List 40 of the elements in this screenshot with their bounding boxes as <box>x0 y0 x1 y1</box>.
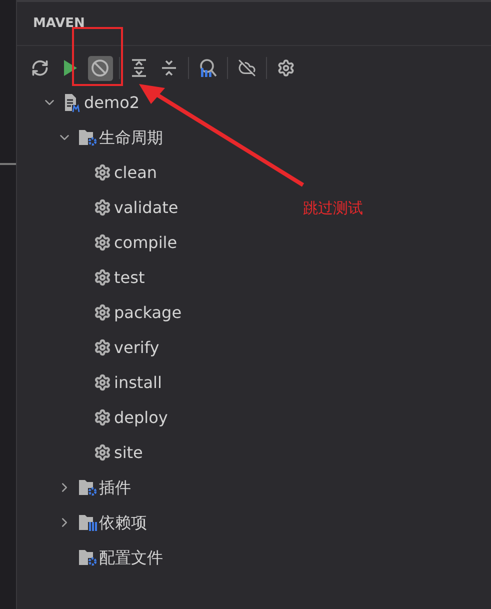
gear-icon <box>94 444 111 461</box>
tree-item-label[interactable]: clean <box>114 160 158 184</box>
expand-all-icon <box>131 59 147 77</box>
gear-icon <box>94 164 111 181</box>
annotation-label: 跳过测试 <box>303 198 363 219</box>
tree-item-label[interactable]: demo2 <box>84 90 140 114</box>
file-icon <box>64 92 80 112</box>
no-entry-icon <box>91 59 109 77</box>
toolbar-button[interactable] <box>88 56 112 80</box>
folder-icon <box>79 479 97 496</box>
tree-item-label[interactable]: package <box>114 300 182 324</box>
folder-icon <box>79 514 97 531</box>
tree-item-label[interactable]: 依赖项 <box>99 510 147 534</box>
tree-item-label[interactable]: deploy <box>114 406 168 430</box>
gear-icon <box>94 409 111 426</box>
tree-item-label[interactable]: 生命周期 <box>99 126 163 150</box>
gear-icon <box>94 374 111 391</box>
folder-icon <box>79 129 97 146</box>
tree-item-label[interactable]: compile <box>114 230 178 254</box>
tree-item-label[interactable]: site <box>114 440 143 464</box>
gear-icon <box>94 339 111 356</box>
gear-icon <box>94 304 111 321</box>
cloud-off-icon <box>238 59 256 77</box>
gear-icon <box>94 234 111 251</box>
gear-icon <box>94 199 111 216</box>
refresh-icon <box>31 59 49 77</box>
tree-item-label[interactable]: test <box>114 266 145 290</box>
panel-title: MAVEN <box>33 14 85 33</box>
collapse-all-icon <box>161 59 177 77</box>
gear-icon <box>94 269 111 286</box>
settings-icon <box>277 59 295 77</box>
analyze-icon <box>198 58 218 78</box>
play-icon <box>63 60 77 76</box>
tree-item-label[interactable]: 插件 <box>99 476 131 500</box>
folder-icon <box>79 549 97 566</box>
highlight-frame <box>72 27 123 86</box>
tree-item-label[interactable]: verify <box>114 336 160 360</box>
tree-item-label[interactable]: validate <box>114 196 178 220</box>
tree-item-label[interactable]: 配置文件 <box>99 546 163 570</box>
tree-item-label[interactable]: install <box>114 370 162 394</box>
